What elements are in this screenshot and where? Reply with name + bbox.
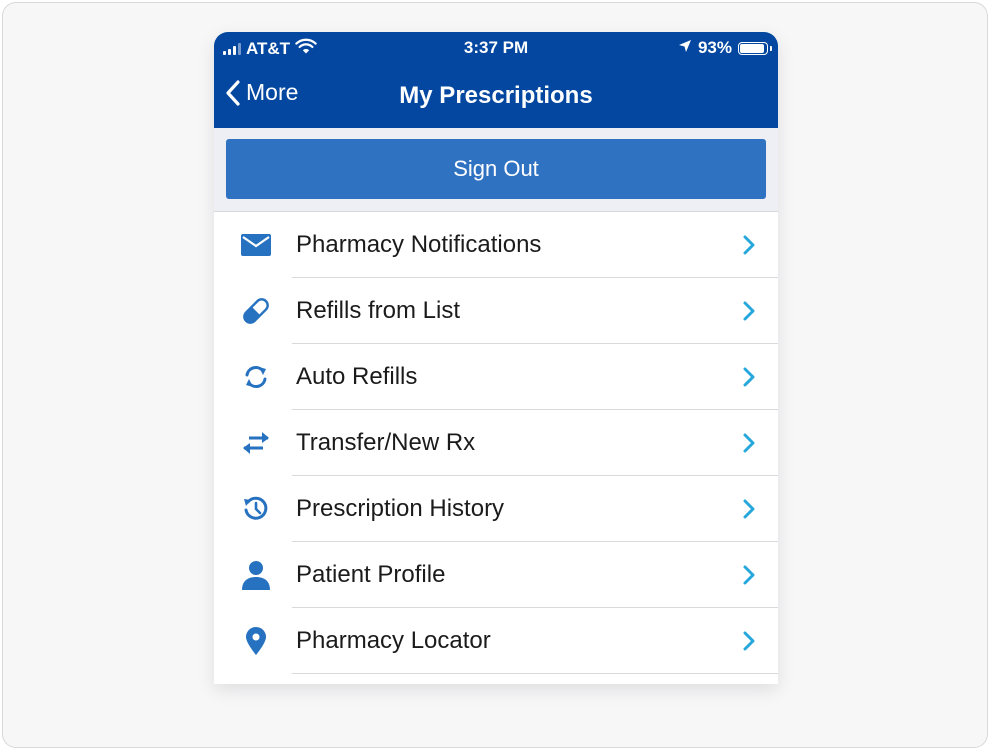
person-icon	[240, 560, 272, 590]
chevron-right-icon	[743, 565, 755, 585]
chevron-right-icon	[743, 235, 755, 255]
menu-item-label: Transfer/New Rx	[296, 429, 476, 456]
menu-item-pharmacy-locator[interactable]: Pharmacy Locator	[214, 608, 778, 674]
transfer-arrows-icon	[240, 428, 272, 458]
chevron-right-icon	[743, 367, 755, 387]
chevron-right-icon	[743, 433, 755, 453]
menu-item-label: Pharmacy Notifications	[296, 231, 542, 258]
header: AT&T 3:37 PM 93% More My Prescriptions	[214, 32, 778, 128]
menu-item-label: Refills from List	[296, 297, 461, 324]
menu-item-label: Pharmacy Locator	[296, 627, 491, 654]
sign-out-button[interactable]: Sign Out	[226, 139, 766, 199]
refresh-icon	[240, 362, 272, 392]
sign-out-section: Sign Out	[214, 128, 778, 212]
menu-item-label: Auto Refills	[296, 363, 418, 390]
menu-item-pharmacy-notifications[interactable]: Pharmacy Notifications	[214, 212, 778, 278]
status-bar: AT&T 3:37 PM 93%	[214, 32, 778, 62]
menu-item-label: Patient Profile	[296, 561, 446, 588]
menu-item-auto-refills[interactable]: Auto Refills	[214, 344, 778, 410]
divider	[292, 673, 778, 674]
envelope-icon	[240, 230, 272, 260]
menu-item-refills-from-list[interactable]: Refills from List	[214, 278, 778, 344]
battery-icon	[738, 41, 772, 55]
menu-item-label: Prescription History	[296, 495, 505, 522]
map-pin-icon	[240, 626, 272, 656]
menu-item-transfer-new-rx[interactable]: Transfer/New Rx	[214, 410, 778, 476]
menu-item-prescription-history[interactable]: Prescription History	[214, 476, 778, 542]
battery-percent: 93%	[697, 38, 732, 57]
navigation-bar: More My Prescriptions	[214, 72, 778, 120]
history-clock-icon	[240, 494, 272, 524]
menu-item-patient-profile[interactable]: Patient Profile	[214, 542, 778, 608]
pill-icon	[240, 296, 272, 326]
chevron-right-icon	[743, 499, 755, 519]
status-right: 93%	[678, 38, 772, 58]
battery-fill	[740, 43, 765, 53]
location-arrow-icon	[678, 38, 692, 58]
phone-screen: AT&T 3:37 PM 93% More My Prescriptions S…	[214, 32, 778, 684]
chevron-right-icon	[743, 631, 755, 651]
prescription-menu: Pharmacy Notifications Refills from List	[214, 212, 778, 674]
chevron-right-icon	[743, 301, 755, 321]
page-title: My Prescriptions	[399, 82, 593, 109]
